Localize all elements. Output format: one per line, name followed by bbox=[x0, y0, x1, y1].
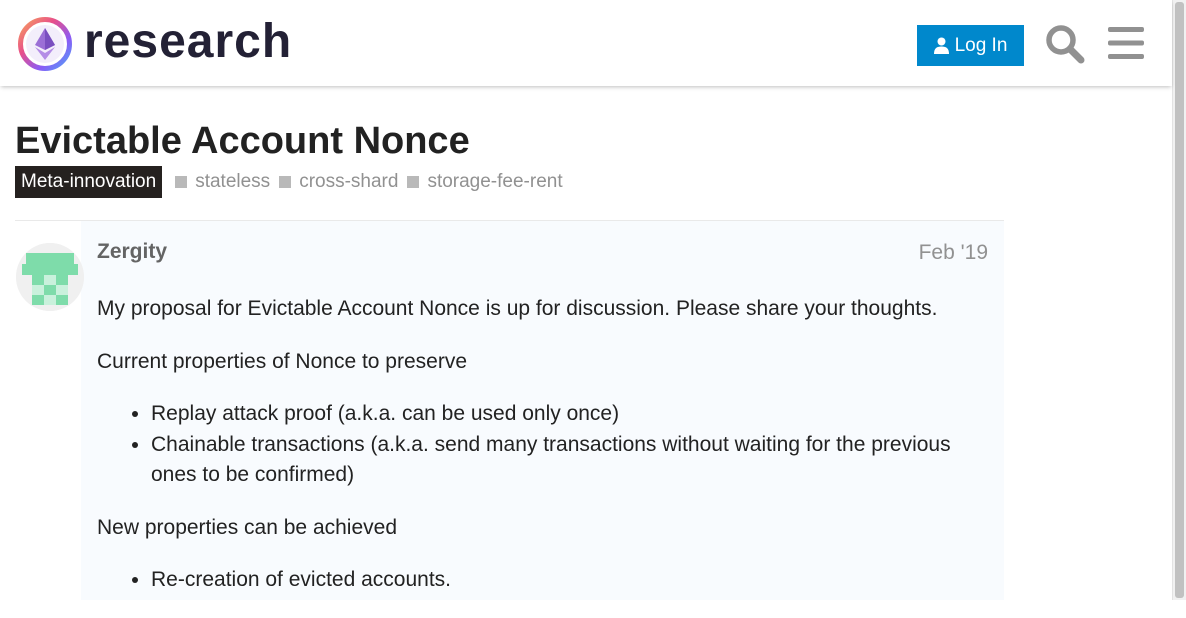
post-paragraph: New properties can be achieved bbox=[97, 515, 398, 539]
tag-square-icon bbox=[175, 176, 188, 188]
post-date[interactable]: Feb '19 bbox=[900, 241, 988, 265]
tag-label: stateless bbox=[195, 171, 271, 192]
post-paragraph: Current properties of Nonce to preserve bbox=[97, 349, 468, 373]
tag-stateless[interactable]: stateless bbox=[175, 171, 270, 193]
site-header: research Log In bbox=[0, 0, 1172, 86]
menu-icon[interactable] bbox=[1108, 26, 1144, 60]
logo-icon[interactable] bbox=[17, 16, 73, 72]
post-username[interactable]: Zergity bbox=[97, 240, 167, 264]
list-item: Chainable transactions (a.k.a. send many… bbox=[151, 430, 991, 491]
new-properties-list: Re-creation of evicted accounts. bbox=[97, 565, 997, 596]
tag-square-icon bbox=[279, 176, 292, 188]
scrollbar-thumb[interactable] bbox=[1175, 2, 1184, 598]
tag-cross-shard[interactable]: cross-shard bbox=[279, 171, 398, 193]
tag-storage-fee-rent[interactable]: storage-fee-rent bbox=[407, 171, 563, 193]
list-item: Re-creation of evicted accounts. bbox=[151, 565, 997, 596]
search-icon[interactable] bbox=[1045, 24, 1085, 64]
login-button[interactable]: Log In bbox=[917, 25, 1024, 66]
post-paragraph: My proposal for Evictable Account Nonce … bbox=[97, 297, 938, 320]
category-badge[interactable]: Meta-innovation bbox=[15, 166, 163, 198]
preserved-properties-list: Replay attack proof (a.k.a. can be used … bbox=[97, 399, 997, 491]
topic-tags: Meta-innovation stateless cross-shard st… bbox=[15, 166, 572, 198]
tag-label: storage-fee-rent bbox=[427, 171, 563, 192]
tag-square-icon bbox=[407, 176, 420, 188]
page-scrollbar[interactable] bbox=[1172, 0, 1186, 600]
avatar[interactable] bbox=[16, 243, 84, 311]
site-name[interactable]: research bbox=[84, 14, 292, 70]
tag-label: cross-shard bbox=[299, 171, 399, 192]
topic-title[interactable]: Evictable Account Nonce bbox=[15, 118, 470, 164]
post-body: My proposal for Evictable Account Nonce … bbox=[97, 294, 997, 618]
list-item: Replay attack proof (a.k.a. can be used … bbox=[151, 399, 997, 430]
user-icon bbox=[933, 37, 949, 54]
login-label: Log In bbox=[954, 34, 1008, 56]
